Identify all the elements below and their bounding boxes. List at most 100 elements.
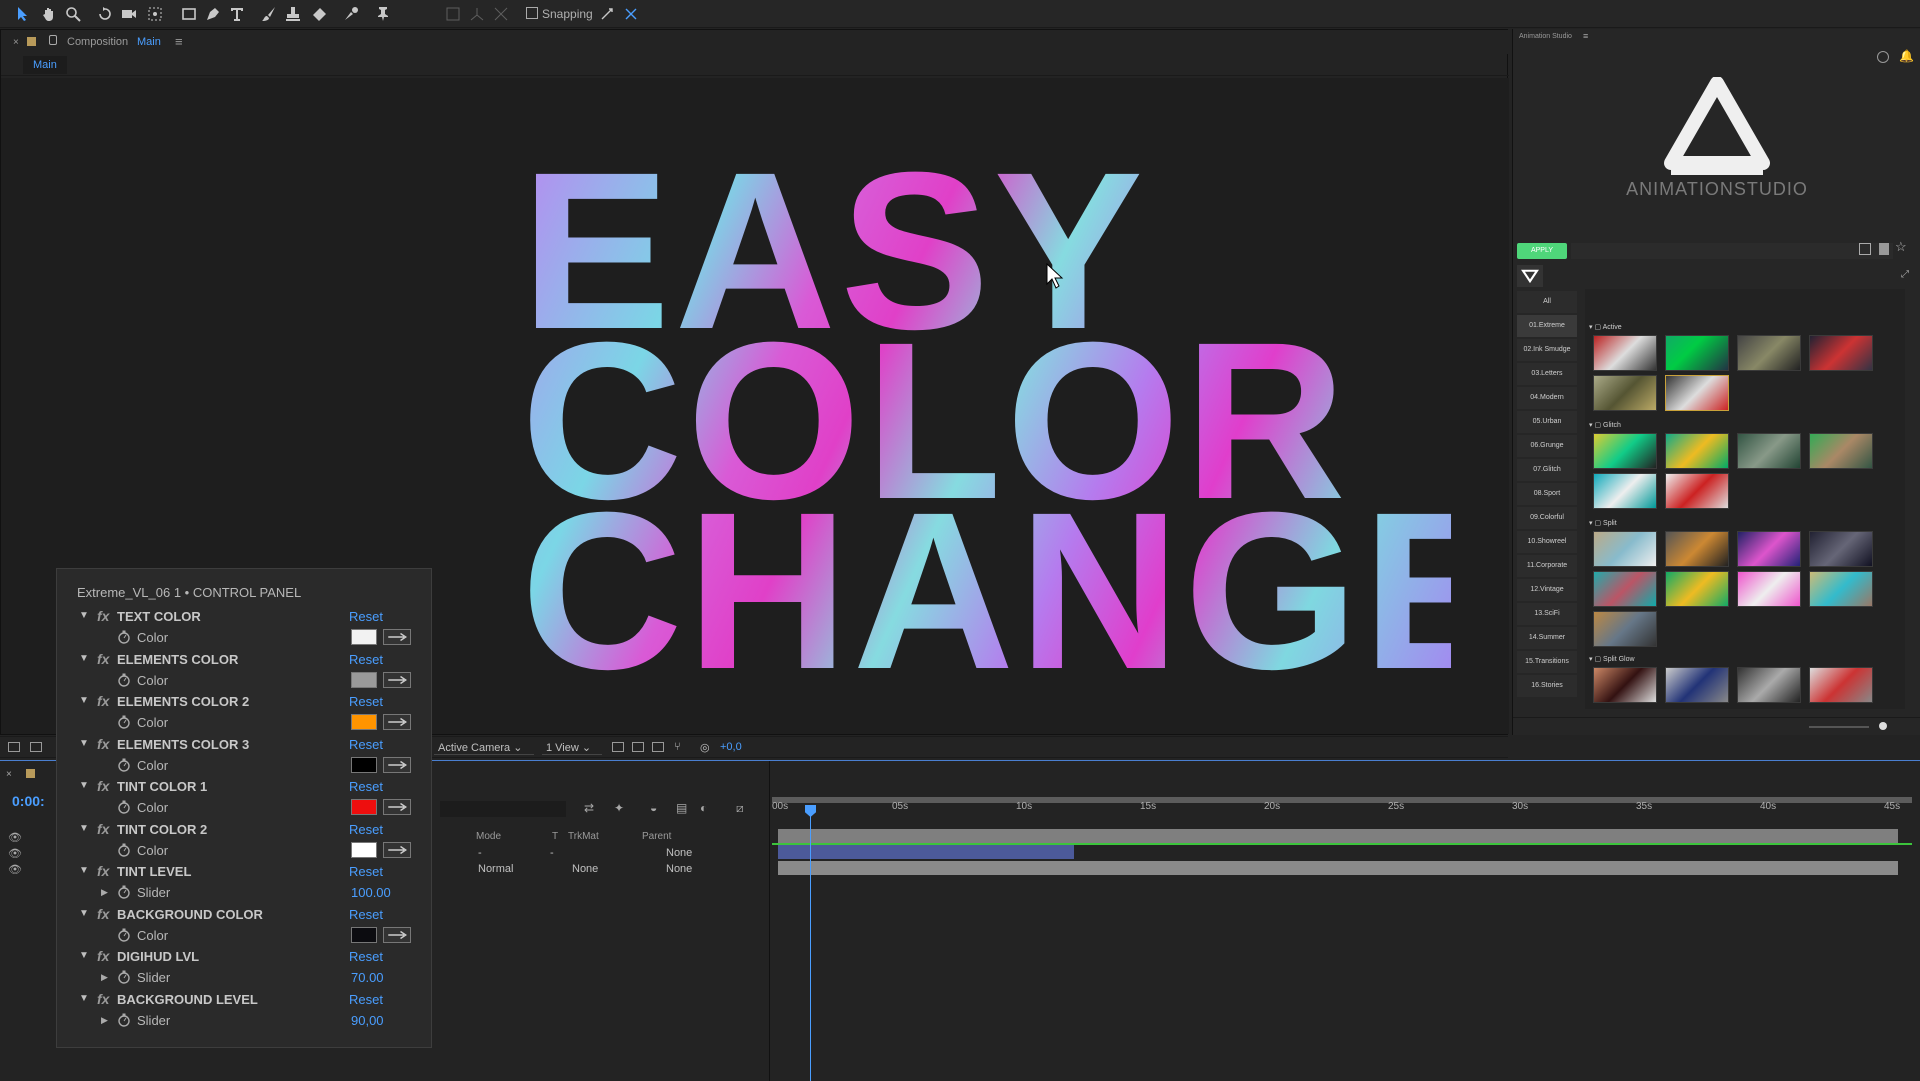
- slider-value[interactable]: 70.00: [351, 970, 384, 985]
- transparency-grid-icon[interactable]: [652, 742, 664, 752]
- reset-button[interactable]: Reset: [349, 949, 383, 964]
- layer-1-mode[interactable]: -: [478, 847, 482, 859]
- reset-button[interactable]: Reset: [349, 609, 383, 624]
- motion-blur-icon[interactable]: ◐: [700, 801, 707, 815]
- current-time-display[interactable]: 0:00:: [12, 793, 45, 809]
- panel-menu-icon[interactable]: ≡: [1583, 31, 1588, 41]
- category-item[interactable]: 10.Showreel: [1517, 531, 1577, 553]
- category-item[interactable]: 08.Sport: [1517, 483, 1577, 505]
- preset-thumbnail[interactable]: [1593, 667, 1657, 703]
- axis-icon[interactable]: [466, 3, 488, 25]
- star-icon[interactable]: ☆: [1895, 239, 1907, 255]
- clone-stamp-tool-icon[interactable]: [282, 3, 304, 25]
- preset-thumbnail[interactable]: [1809, 433, 1873, 469]
- snapshot-icon[interactable]: [8, 742, 20, 752]
- grid-view-icon[interactable]: [1859, 243, 1871, 255]
- slider-handle[interactable]: [1879, 722, 1887, 730]
- thumbnail-size-slider[interactable]: [1809, 726, 1869, 728]
- time-ruler[interactable]: 00s 05s 10s 15s 20s 25s 30s 35s 40s 45s: [772, 801, 1912, 823]
- category-item[interactable]: 13.SciFi: [1517, 603, 1577, 625]
- expand-arrow-icon[interactable]: ▼: [79, 993, 89, 1004]
- stopwatch-icon[interactable]: [117, 843, 131, 857]
- fx-icon[interactable]: fx: [97, 778, 109, 794]
- reset-button[interactable]: Reset: [349, 992, 383, 1007]
- snap-edges-icon[interactable]: [596, 3, 618, 25]
- category-item[interactable]: 01.Extreme: [1517, 315, 1577, 337]
- fx-icon[interactable]: fx: [97, 821, 109, 837]
- category-item[interactable]: 14.Summer: [1517, 627, 1577, 649]
- composition-tab-name[interactable]: Main: [137, 36, 161, 48]
- layer-duration-bar[interactable]: [778, 861, 1898, 875]
- color-swatch[interactable]: [351, 629, 377, 645]
- preset-thumbnail[interactable]: [1737, 571, 1801, 607]
- frame-blending-icon[interactable]: ▤: [676, 801, 687, 815]
- eyedropper-icon[interactable]: [383, 926, 411, 943]
- reset-button[interactable]: Reset: [349, 694, 383, 709]
- fx-icon[interactable]: fx: [97, 991, 109, 1007]
- eyedropper-icon[interactable]: [383, 799, 411, 815]
- shy-layers-icon[interactable]: ◒: [650, 801, 657, 815]
- category-item[interactable]: 05.Urban: [1517, 411, 1577, 433]
- color-swatch[interactable]: [351, 671, 377, 688]
- expand-arrow-icon[interactable]: ▼: [79, 738, 89, 749]
- close-tab-icon[interactable]: ×: [6, 769, 12, 780]
- puppet-pin-tool-icon[interactable]: [372, 3, 394, 25]
- fx-icon[interactable]: fx: [97, 906, 109, 922]
- trash-icon[interactable]: [1879, 243, 1889, 255]
- category-item[interactable]: 02.Ink Smudge: [1517, 339, 1577, 361]
- preset-thumbnail[interactable]: [1593, 473, 1657, 509]
- layer-2-mode[interactable]: Normal: [478, 863, 513, 875]
- eyedropper-icon[interactable]: [383, 756, 411, 773]
- zoom-tool-icon[interactable]: [62, 3, 84, 25]
- fx-icon[interactable]: fx: [97, 948, 109, 964]
- preset-thumbnail[interactable]: [1593, 375, 1657, 411]
- preset-thumbnail[interactable]: [1665, 667, 1729, 703]
- pen-tool-icon[interactable]: [202, 3, 224, 25]
- layer-search-input[interactable]: [440, 801, 566, 817]
- flowchart-icon[interactable]: ⑂: [674, 741, 681, 753]
- category-item[interactable]: 07.Glitch: [1517, 459, 1577, 481]
- reset-button[interactable]: Reset: [349, 652, 383, 667]
- expand-icon[interactable]: ⤢: [1901, 269, 1909, 280]
- align-icon[interactable]: [442, 3, 464, 25]
- rotate-tool-icon[interactable]: [94, 3, 116, 25]
- stopwatch-icon[interactable]: [117, 630, 131, 644]
- draft-3d-icon[interactable]: ✦: [614, 801, 624, 815]
- stopwatch-icon[interactable]: [117, 928, 131, 942]
- preset-thumbnail[interactable]: [1593, 335, 1657, 371]
- color-swatch[interactable]: [351, 756, 377, 773]
- toggle-pixel-aspect-icon[interactable]: [612, 742, 624, 752]
- slider-value[interactable]: 90,00: [351, 1013, 384, 1028]
- layer-duration-bar[interactable]: [778, 829, 1898, 843]
- rectangle-tool-icon[interactable]: [178, 3, 200, 25]
- layer-2-trkmat[interactable]: None: [572, 863, 598, 875]
- preset-thumbnail[interactable]: [1593, 611, 1657, 647]
- stopwatch-icon[interactable]: [117, 970, 131, 984]
- preset-thumbnail[interactable]: [1737, 667, 1801, 703]
- view-dropdown[interactable]: 1 View ⌄: [542, 741, 602, 755]
- preset-thumbnail[interactable]: [1737, 335, 1801, 371]
- color-swatch[interactable]: [351, 926, 377, 943]
- stopwatch-icon[interactable]: [117, 673, 131, 687]
- reset-button[interactable]: Reset: [349, 737, 383, 752]
- brush-tool-icon[interactable]: [258, 3, 280, 25]
- fx-icon[interactable]: fx: [97, 651, 109, 667]
- stopwatch-icon[interactable]: [117, 800, 131, 814]
- timeline-track-area[interactable]: 00s 05s 10s 15s 20s 25s 30s 35s 40s 45s: [772, 761, 1920, 1081]
- reset-button[interactable]: Reset: [349, 779, 383, 794]
- preset-thumbnail[interactable]: [1809, 667, 1873, 703]
- reset-button[interactable]: Reset: [349, 864, 383, 879]
- preset-thumbnail[interactable]: [1593, 433, 1657, 469]
- bell-icon[interactable]: 🔔: [1899, 49, 1914, 63]
- monitor-icon[interactable]: [30, 742, 42, 752]
- category-item[interactable]: 15.Transitions: [1517, 651, 1577, 673]
- eraser-tool-icon[interactable]: [308, 3, 330, 25]
- preset-thumbnail[interactable]: [1665, 335, 1729, 371]
- snap-features-icon[interactable]: [620, 3, 642, 25]
- search-input[interactable]: [1571, 243, 1893, 259]
- expand-arrow-icon[interactable]: ▼: [79, 610, 89, 621]
- category-item[interactable]: 03.Letters: [1517, 363, 1577, 385]
- layer-1-parent[interactable]: None: [666, 847, 692, 859]
- preset-thumbnail[interactable]: [1809, 571, 1873, 607]
- composition-mini-flowchart-icon[interactable]: ⇄: [584, 801, 594, 815]
